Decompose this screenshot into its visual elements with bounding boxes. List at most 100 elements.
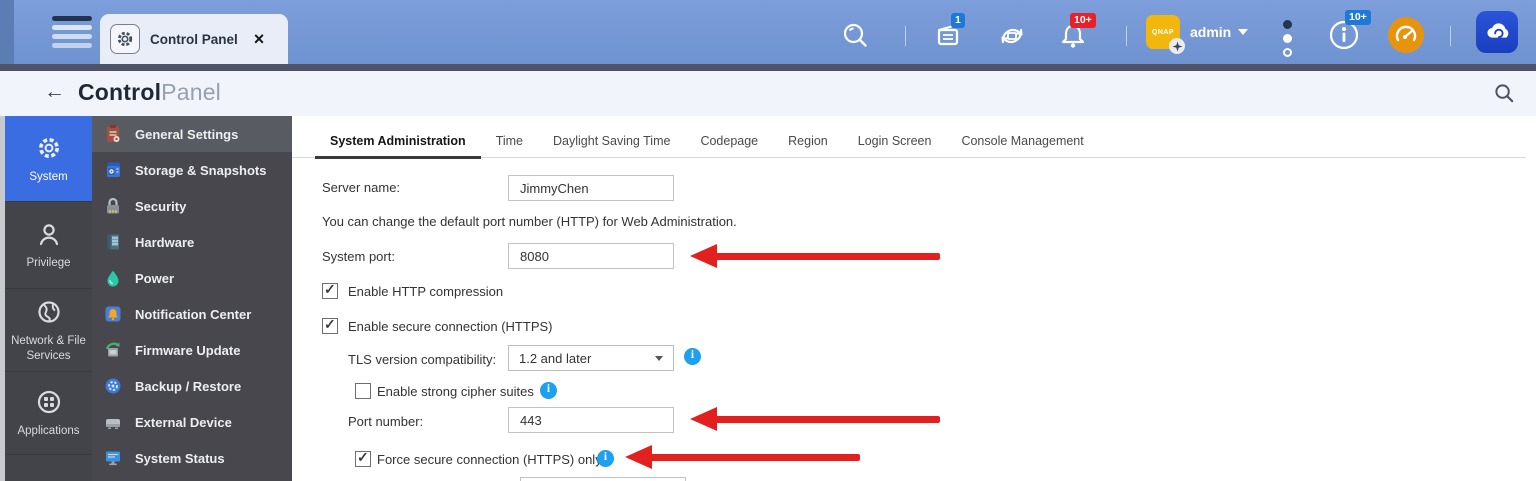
partial-input[interactable] bbox=[520, 477, 686, 481]
menu-item-firmware-update[interactable]: Firmware Update bbox=[92, 332, 292, 368]
tab-daylight-saving-time[interactable]: Daylight Saving Time bbox=[538, 128, 685, 157]
dashboard-gauge-icon[interactable] bbox=[1388, 17, 1424, 53]
tab-login-screen[interactable]: Login Screen bbox=[843, 128, 947, 157]
category-label: Applications bbox=[17, 424, 79, 438]
menu-item-notification-center[interactable]: Notification Center bbox=[92, 296, 292, 332]
window-tab-label: Control Panel bbox=[150, 32, 238, 47]
sidebar-category-network-file-services[interactable]: Network & File Services bbox=[5, 289, 92, 372]
sidebar-category-applications[interactable]: Applications bbox=[5, 372, 92, 455]
menu-item-label: Storage & Snapshots bbox=[135, 163, 266, 178]
menu-item-label: Backup / Restore bbox=[135, 379, 241, 394]
top-bar: Control Panel × 1 bbox=[0, 0, 1536, 64]
port-number-input[interactable] bbox=[508, 407, 674, 433]
system-status-icon bbox=[103, 448, 123, 468]
gear-icon bbox=[34, 133, 64, 163]
menu-item-security[interactable]: Security bbox=[92, 188, 292, 224]
tab-console-management[interactable]: Console Management bbox=[946, 128, 1098, 157]
strong-cipher-checkbox[interactable] bbox=[355, 383, 371, 399]
secure-connection-checkbox[interactable] bbox=[322, 318, 338, 334]
menu-item-power[interactable]: Power bbox=[92, 260, 292, 296]
panel-search-icon[interactable] bbox=[1493, 82, 1516, 110]
page-title: ControlPanel bbox=[78, 79, 221, 106]
tab-system-administration[interactable]: System Administration bbox=[315, 128, 481, 159]
hardware-icon bbox=[103, 232, 123, 252]
port-hint-text: You can change the default port number (… bbox=[322, 214, 737, 229]
system-port-input[interactable] bbox=[508, 243, 674, 269]
server-name-input[interactable] bbox=[508, 175, 674, 201]
red-arrow-system-port bbox=[690, 244, 940, 268]
resource-monitor-icon[interactable]: 10+ bbox=[1327, 18, 1361, 57]
background-tasks-icon[interactable]: 1 bbox=[933, 20, 965, 57]
strong-cipher-info-icon[interactable] bbox=[540, 382, 557, 399]
category-label: Privilege bbox=[26, 256, 70, 270]
system-sync-icon[interactable] bbox=[996, 20, 1028, 57]
general-settings-icon bbox=[103, 124, 123, 144]
qnap-desktop: Control Panel × 1 bbox=[0, 0, 1536, 481]
force-https-label: Force secure connection (HTTPS) only bbox=[377, 452, 602, 467]
notifications-count-badge: 10+ bbox=[1070, 13, 1096, 28]
menu-item-label: Power bbox=[135, 271, 174, 286]
http-compression-checkbox[interactable] bbox=[322, 283, 338, 299]
server-name-label: Server name: bbox=[322, 180, 400, 195]
tab-time[interactable]: Time bbox=[481, 128, 538, 157]
star-badge-icon bbox=[1169, 38, 1185, 54]
avatar[interactable]: QNAP bbox=[1146, 15, 1180, 49]
firmware-update-icon bbox=[103, 340, 123, 360]
gear-icon bbox=[110, 24, 140, 54]
category-sidebar: System Privilege Network & File Services bbox=[5, 116, 92, 481]
control-panel-window-tab[interactable]: Control Panel × bbox=[100, 14, 288, 64]
backup-restore-icon bbox=[103, 376, 123, 396]
globe-icon bbox=[34, 297, 64, 327]
person-icon bbox=[34, 219, 64, 249]
topbar-divider bbox=[1450, 26, 1451, 46]
settings-tab-strip: System Administration Time Daylight Savi… bbox=[292, 128, 1526, 158]
secure-connection-label: Enable secure connection (HTTPS) bbox=[348, 319, 552, 334]
main-content: System Administration Time Daylight Savi… bbox=[292, 116, 1536, 481]
strong-cipher-label: Enable strong cipher suites bbox=[377, 384, 534, 399]
menu-item-storage-snapshots[interactable]: Storage & Snapshots bbox=[92, 152, 292, 188]
menu-item-hardware[interactable]: Hardware bbox=[92, 224, 292, 260]
notifications-bell-icon[interactable]: 10+ bbox=[1056, 19, 1090, 58]
menu-item-general-settings[interactable]: General Settings bbox=[92, 116, 292, 152]
port-number-label: Port number: bbox=[348, 414, 423, 429]
system-port-label: System port: bbox=[322, 249, 395, 264]
tls-version-label: TLS version compatibility: bbox=[348, 352, 496, 367]
menu-item-label: General Settings bbox=[135, 127, 238, 142]
menu-item-system-status[interactable]: System Status bbox=[92, 440, 292, 476]
menu-item-label: Hardware bbox=[135, 235, 194, 250]
red-arrow-port-number bbox=[690, 407, 940, 431]
category-label: Network & File Services bbox=[5, 334, 92, 363]
category-label: System bbox=[29, 170, 67, 184]
more-options-icon[interactable] bbox=[1283, 20, 1292, 62]
storage-snapshots-icon bbox=[103, 160, 123, 180]
menu-item-external-device[interactable]: External Device bbox=[92, 404, 292, 440]
menu-item-label: Notification Center bbox=[135, 307, 251, 322]
tasks-count-badge: 1 bbox=[951, 13, 965, 28]
power-icon bbox=[103, 268, 123, 288]
lock-icon bbox=[103, 196, 123, 216]
back-arrow-icon[interactable]: ← bbox=[44, 80, 65, 104]
tls-version-select[interactable]: 1.2 and later bbox=[508, 345, 674, 371]
sidebar-category-privilege[interactable]: Privilege bbox=[5, 202, 92, 289]
avatar-logo-text: QNAP bbox=[1152, 29, 1174, 36]
chevron-down-icon bbox=[1238, 29, 1248, 35]
window-top-strip bbox=[0, 64, 1536, 71]
page-title-light: Panel bbox=[161, 79, 221, 105]
tls-info-icon[interactable] bbox=[684, 348, 701, 365]
close-icon[interactable]: × bbox=[254, 30, 265, 48]
notification-center-icon bbox=[103, 304, 123, 324]
external-device-icon bbox=[103, 412, 123, 432]
menu-item-backup-restore[interactable]: Backup / Restore bbox=[92, 368, 292, 404]
force-https-info-icon[interactable] bbox=[597, 450, 614, 467]
tab-region[interactable]: Region bbox=[773, 128, 843, 157]
main-menu-icon[interactable] bbox=[52, 16, 92, 52]
force-https-checkbox[interactable] bbox=[355, 451, 371, 467]
search-icon[interactable] bbox=[840, 20, 872, 57]
menu-item-label: System Status bbox=[135, 451, 225, 466]
sidebar-category-system[interactable]: System bbox=[5, 116, 92, 202]
myqnapcloud-icon[interactable] bbox=[1476, 11, 1518, 53]
user-menu[interactable]: admin bbox=[1190, 24, 1248, 40]
tab-codepage[interactable]: Codepage bbox=[685, 128, 773, 157]
page-header: ← ControlPanel bbox=[0, 71, 1536, 116]
resource-count-badge: 10+ bbox=[1345, 10, 1371, 25]
